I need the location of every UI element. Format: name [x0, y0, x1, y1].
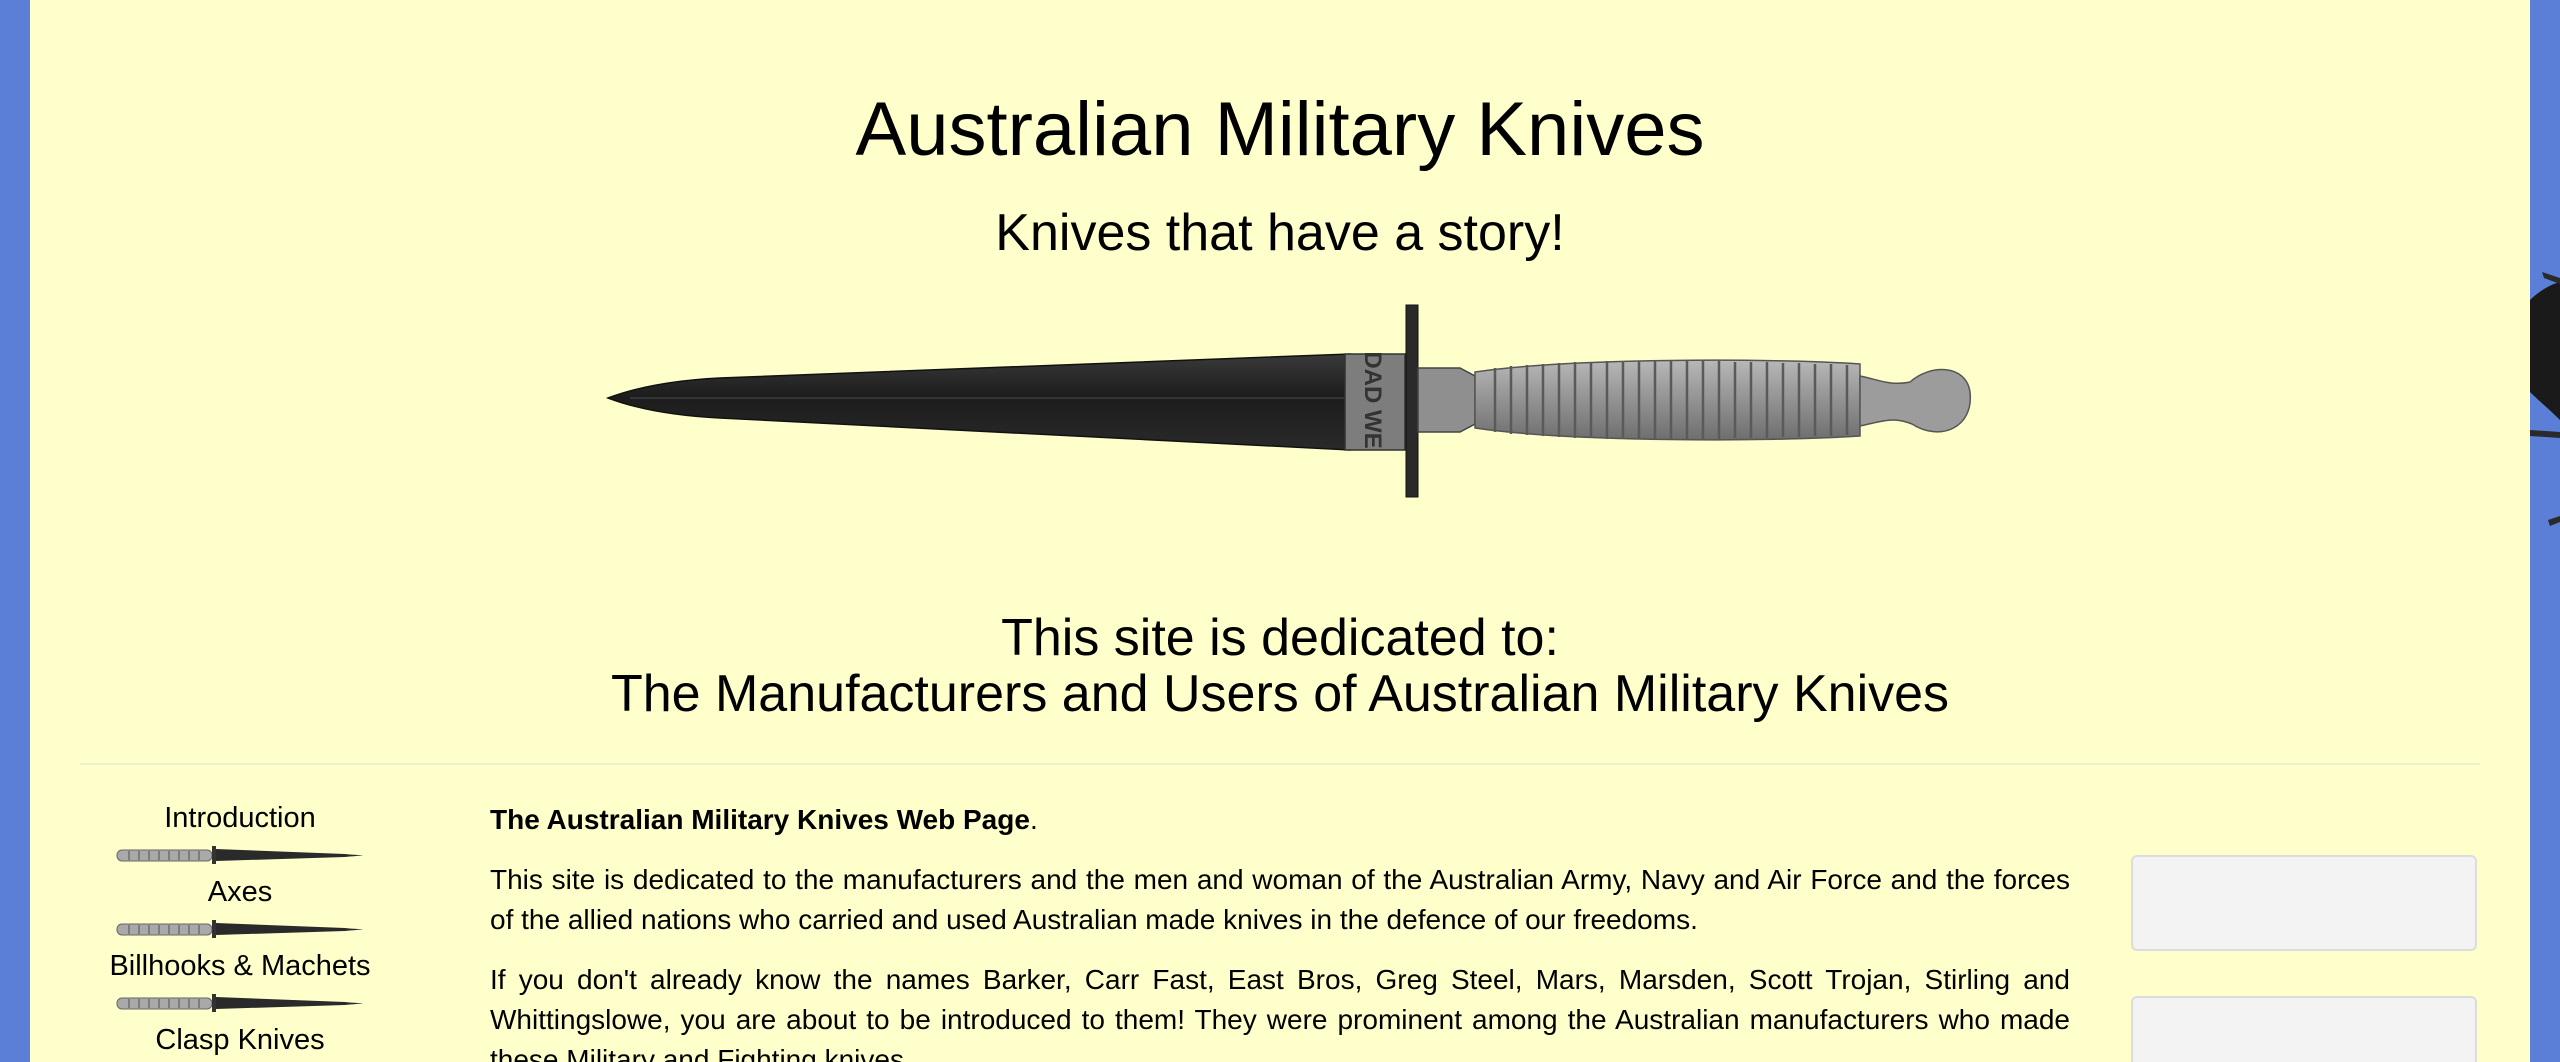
- paragraph-dedication: This site is dedicated to the manufactur…: [490, 864, 2070, 935]
- site-title: Australian Military Knives: [855, 87, 1705, 172]
- sidebar-nav: Introduction Axes Billhooks & Machets Cl…: [80, 800, 400, 1058]
- background-art-edge: [2530, 0, 2560, 1062]
- side-panel-box: [2131, 996, 2477, 1062]
- knife-divider-icon: [80, 910, 400, 948]
- intro-heading: The Australian Military Knives Web Page.: [490, 800, 2070, 840]
- sidebar-item-axes[interactable]: Axes: [80, 874, 400, 910]
- dedication-line-1: This site is dedicated to:: [1001, 609, 1559, 667]
- main-content: The Australian Military Knives Web Page.…: [490, 800, 2070, 1062]
- knife-etch-text: DAD WE: [1359, 351, 1386, 448]
- sidebar-item-billhooks-machets[interactable]: Billhooks & Machets: [80, 948, 400, 984]
- dedication-line-2: The Manufacturers and Users of Australia…: [610, 665, 1950, 723]
- sidebar-item-clasp-knives[interactable]: Clasp Knives: [80, 1022, 400, 1058]
- side-panel-box: [2131, 855, 2477, 951]
- site-subtitle: Knives that have a story!: [995, 204, 1565, 262]
- dedication-heading: This site is dedicated to: The Manufactu…: [30, 610, 2530, 722]
- intro-title-period: .: [1029, 804, 1038, 835]
- knife-divider-icon: [80, 984, 400, 1022]
- knife-divider-icon: [80, 836, 400, 874]
- page-frame: Australian Military Knives Knives that h…: [30, 0, 2530, 1062]
- paragraph-manufacturers: If you don't already know the names Bark…: [490, 964, 2070, 1062]
- hero-knife-image: DAD WE: [605, 304, 1971, 498]
- intro-title: The Australian Military Knives Web Page: [490, 804, 1030, 835]
- header-divider: [80, 763, 2480, 765]
- sidebar-item-introduction[interactable]: Introduction: [80, 800, 400, 836]
